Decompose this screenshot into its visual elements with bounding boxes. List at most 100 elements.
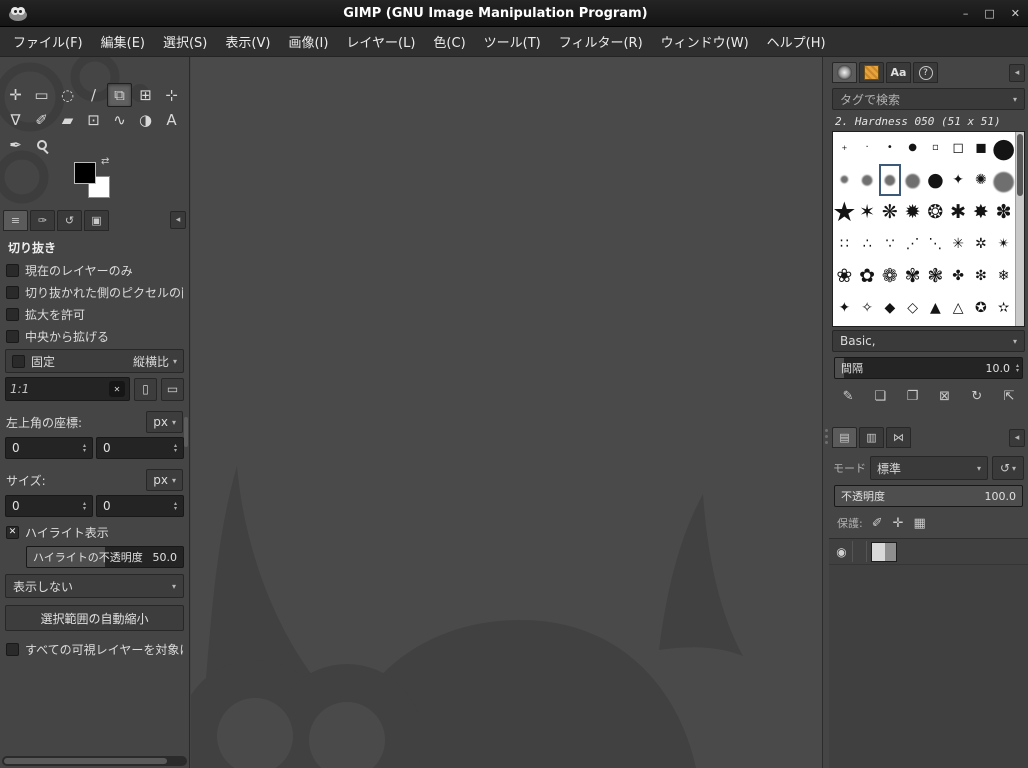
brush-item[interactable]: ✱ xyxy=(947,196,970,228)
menu-layer[interactable]: レイヤー(L) xyxy=(337,26,424,57)
handle-transform-tool[interactable]: ⊹ xyxy=(159,83,184,107)
fixed-checkbox[interactable] xyxy=(12,354,25,368)
clear-icon[interactable]: ✕ xyxy=(109,381,125,397)
free-select-tool[interactable]: ◌ xyxy=(55,83,80,107)
checkbox-checked-icon[interactable] xyxy=(6,525,19,539)
brush-item[interactable]: ∵ xyxy=(879,228,902,260)
tab-patterns[interactable] xyxy=(859,62,884,83)
brush-tag-filter-combo[interactable]: Basic, ▾ xyxy=(832,330,1025,352)
brush-item[interactable]: · xyxy=(856,132,879,164)
brush-item[interactable]: ◇ xyxy=(901,292,924,324)
ink-tool[interactable]: ✒ xyxy=(3,133,28,157)
close-button[interactable]: ✕ xyxy=(1011,8,1020,19)
tab-brushes[interactable] xyxy=(832,62,857,83)
brush-item[interactable]: ● xyxy=(878,164,902,196)
brush-item[interactable]: ▫ xyxy=(924,132,947,164)
layer-row[interactable]: ◉ xyxy=(829,539,1028,565)
zoom-tool[interactable] xyxy=(29,133,54,157)
brush-item[interactable]: ❂ xyxy=(924,196,947,228)
lock-alpha-icon[interactable]: ▦ xyxy=(914,517,926,530)
menu-edit[interactable]: 編集(E) xyxy=(92,26,154,57)
brush-item[interactable]: ✹ xyxy=(901,196,924,228)
brush-item[interactable]: ✦ xyxy=(833,292,856,324)
menu-view[interactable]: 表示(V) xyxy=(216,26,279,57)
size-width-input[interactable]: 0 ▴ ▾ xyxy=(5,495,93,517)
checkbox-icon[interactable] xyxy=(6,642,19,656)
brush-item[interactable]: ● xyxy=(901,164,924,196)
menu-help[interactable]: ヘルプ(H) xyxy=(758,26,835,57)
brush-item[interactable]: + xyxy=(833,132,856,164)
brush-item[interactable]: ❁ xyxy=(879,260,902,292)
dock-menu-button[interactable]: ◂ xyxy=(1009,428,1025,447)
brush-item[interactable]: ◻ xyxy=(947,132,970,164)
option-delete-cropped-pixels[interactable]: 切り抜かれた側のピクセルの削除 xyxy=(0,281,189,303)
brush-item[interactable]: ★ xyxy=(833,196,856,228)
brush-item[interactable]: ● xyxy=(992,132,1015,164)
eye-icon[interactable]: ◉ xyxy=(831,541,853,562)
size-unit-dropdown[interactable]: px ▾ xyxy=(146,469,183,491)
fixed-aspect-row[interactable]: 固定 縦横比 ▾ xyxy=(5,349,184,373)
canvas[interactable] xyxy=(191,57,822,768)
brush-item[interactable]: ◼ xyxy=(970,132,993,164)
brush-item[interactable]: ◆ xyxy=(879,292,902,324)
option-highlight[interactable]: ハイライト表示 xyxy=(0,521,189,543)
tool-options-scrollbar-thumb[interactable] xyxy=(184,417,188,447)
brush-item[interactable]: ✸ xyxy=(970,196,993,228)
smudge-tool[interactable]: ∿ xyxy=(107,108,132,132)
position-unit-dropdown[interactable]: px ▾ xyxy=(146,411,183,433)
title-bar[interactable]: GIMP (GNU Image Manipulation Program) – … xyxy=(0,0,1028,27)
duplicate-brush-button[interactable]: ❐ xyxy=(897,385,927,407)
layer-mode-dropdown[interactable]: 標準 ▾ xyxy=(870,456,988,480)
menu-filters[interactable]: フィルター(R) xyxy=(550,26,652,57)
guides-dropdown[interactable]: 表示しない ▾ xyxy=(5,574,184,598)
brush-item[interactable]: ❄ xyxy=(992,260,1015,292)
panel-splitter[interactable] xyxy=(822,57,829,768)
brush-item[interactable]: ✫ xyxy=(992,292,1015,324)
brush-item[interactable]: ● xyxy=(901,132,924,164)
lock-position-icon[interactable]: ✛ xyxy=(893,517,904,530)
spinner[interactable]: ▴ ▾ xyxy=(79,443,90,454)
portrait-orientation-button[interactable]: ▯ xyxy=(134,377,157,401)
size-height-input[interactable]: 0 ▴ ▾ xyxy=(96,495,184,517)
lock-pixels-icon[interactable]: ✐ xyxy=(872,517,883,530)
rectangle-select-tool[interactable]: ▭ xyxy=(29,83,54,107)
spinner[interactable]: ▴ ▾ xyxy=(170,501,181,512)
brush-spacing-slider[interactable]: 間隔 10.0 ▴ ▾ xyxy=(834,357,1023,379)
brush-item[interactable]: ✤ xyxy=(947,260,970,292)
eraser-tool[interactable]: ▰ xyxy=(55,108,80,132)
position-x-input[interactable]: 0 ▴ ▾ xyxy=(5,437,93,459)
brush-item[interactable]: ● xyxy=(833,164,856,196)
unified-transform-tool[interactable]: ⊞ xyxy=(133,83,158,107)
tab-fonts[interactable]: Aa xyxy=(886,62,911,83)
option-allow-growing[interactable]: 拡大を許可 xyxy=(0,303,189,325)
tab-tool-options[interactable]: ≡ xyxy=(3,209,28,231)
menu-tools[interactable]: ツール(T) xyxy=(475,26,550,57)
option-current-layer-only[interactable]: 現在のレイヤーのみ xyxy=(0,259,189,281)
move-tool[interactable]: ✛ xyxy=(3,83,28,107)
dodge-burn-tool[interactable]: ◑ xyxy=(133,108,158,132)
tab-device-status[interactable]: ✑ xyxy=(30,209,55,231)
toolbox-horizontal-scrollbar[interactable] xyxy=(2,756,187,766)
option-expand-from-center[interactable]: 中央から拡げる xyxy=(0,325,189,347)
brush-item[interactable]: ⋰ xyxy=(901,228,924,260)
brush-item[interactable]: ✪ xyxy=(970,292,993,324)
tab-channels[interactable]: ▥ xyxy=(859,427,884,448)
tab-layers[interactable]: ▤ xyxy=(832,427,857,448)
brush-item[interactable]: △ xyxy=(947,292,970,324)
brush-item[interactable]: ❃ xyxy=(924,260,947,292)
maximize-button[interactable]: □ xyxy=(984,8,994,19)
refresh-brushes-button[interactable]: ↻ xyxy=(962,385,992,407)
brush-item[interactable]: ✦ xyxy=(947,164,970,196)
fuzzy-select-tool[interactable]: ∕ xyxy=(81,83,106,107)
aspect-ratio-input[interactable]: 1:1 ✕ xyxy=(5,377,130,401)
tab-paths[interactable]: ⋈ xyxy=(886,427,911,448)
highlight-opacity-slider[interactable]: ハイライトの不透明度 50.0 xyxy=(26,546,184,568)
tab-undo-history[interactable]: ↺ xyxy=(57,209,82,231)
checkbox-icon[interactable] xyxy=(6,329,19,343)
menu-select[interactable]: 選択(S) xyxy=(154,26,216,57)
brush-item[interactable]: ✽ xyxy=(992,196,1015,228)
menu-file[interactable]: ファイル(F) xyxy=(4,26,92,57)
brush-item[interactable]: • xyxy=(879,132,902,164)
option-shrink-merged[interactable]: すべての可視レイヤーを対象にす xyxy=(0,638,189,660)
brush-item[interactable]: ❀ xyxy=(833,260,856,292)
